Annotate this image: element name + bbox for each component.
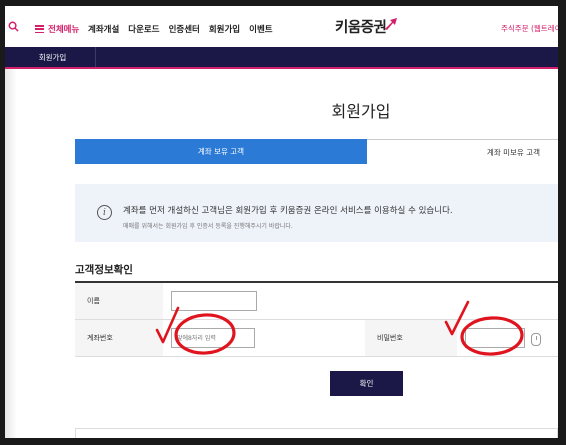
nav-item-cert-center[interactable]: 인증센터 xyxy=(169,23,200,35)
form-row-name: 이름 xyxy=(75,283,558,320)
customer-tabs: 계좌 보유 고객 계좌 미보유 고객 xyxy=(75,139,558,164)
nav-item-account-open[interactable]: 계좌개설 xyxy=(88,23,119,35)
form-row-account: 계좌번호 비밀번호 xyxy=(75,320,558,357)
subnav-current[interactable]: 회원가입 xyxy=(10,47,96,67)
main-nav: 계좌개설 다운로드 인증센터 회원가입 이벤트 xyxy=(88,23,273,35)
notice-main-text: 계좌를 먼저 개설하신 고객님은 회원가입 후 키움증권 온라인 서비스를 이용… xyxy=(123,206,453,216)
browser-page: 전체메뉴 계좌개설 다운로드 인증센터 회원가입 이벤트 키움증권 주식주문 (… xyxy=(5,6,558,438)
hamburger-icon xyxy=(35,25,44,33)
account-label: 계좌번호 xyxy=(75,320,163,356)
nav-item-event[interactable]: 이벤트 xyxy=(249,23,272,35)
name-label: 이름 xyxy=(75,283,163,319)
all-menu-button[interactable]: 전체메뉴 xyxy=(35,23,79,35)
notice-sub-text: 매매를 위해서는 회원가입 후 인증서 등록을 진행해주시기 바랍니다. xyxy=(123,223,293,230)
page-title: 회원가입 xyxy=(331,102,391,121)
nav-item-signup[interactable]: 회원가입 xyxy=(209,23,240,35)
all-menu-label: 전체메뉴 xyxy=(48,25,80,35)
password-label: 비밀번호 xyxy=(365,320,457,356)
name-input[interactable] xyxy=(171,291,257,311)
bottom-section-box xyxy=(75,428,558,438)
info-icon: i xyxy=(97,205,112,220)
sub-nav-bar: 회원가입 xyxy=(5,47,558,69)
screen-frame: 전체메뉴 계좌개설 다운로드 인증센터 회원가입 이벤트 키움증권 주식주문 (… xyxy=(0,0,566,445)
logo-text: 키움증권 xyxy=(335,20,387,36)
info-notice: i 계좌를 먼저 개설하신 고객님은 회원가입 후 키움증권 온라인 서비스를 … xyxy=(75,184,558,242)
mouse-keypad-icon[interactable] xyxy=(531,333,541,346)
kiwoom-logo[interactable]: 키움증권 xyxy=(335,16,399,37)
password-input[interactable] xyxy=(465,328,525,348)
tab-non-account-holder[interactable]: 계좌 미보유 고객 xyxy=(367,139,558,164)
account-number-input[interactable] xyxy=(171,328,255,348)
left-shadow xyxy=(5,69,17,438)
tab-account-holder[interactable]: 계좌 보유 고객 xyxy=(75,139,367,164)
stock-order-link[interactable]: 주식주문 (웹트레이 xyxy=(501,23,558,34)
top-bar: 전체메뉴 계좌개설 다운로드 인증센터 회원가입 이벤트 키움증권 주식주문 (… xyxy=(5,6,558,47)
logo-arrow-icon xyxy=(385,17,398,30)
customer-info-form: 이름 계좌번호 비밀번호 xyxy=(75,281,558,357)
search-icon[interactable] xyxy=(8,21,19,32)
nav-item-download[interactable]: 다운로드 xyxy=(128,23,159,35)
section-title: 고객정보확인 xyxy=(75,264,133,276)
confirm-button[interactable]: 확인 xyxy=(330,371,403,396)
